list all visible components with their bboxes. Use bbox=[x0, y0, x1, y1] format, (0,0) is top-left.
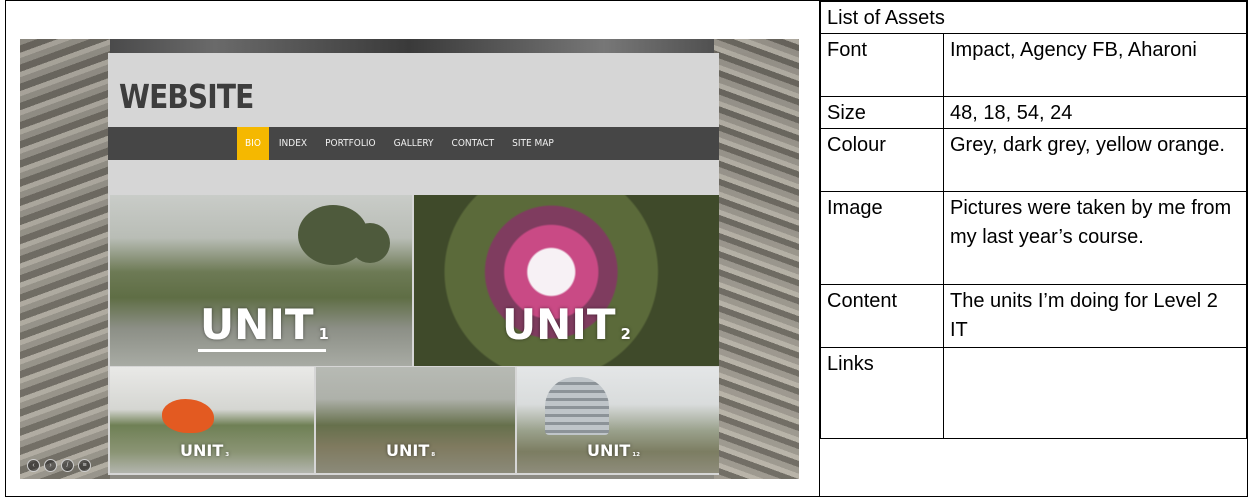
row-key: Links bbox=[820, 347, 944, 439]
table-row: Size 48, 18, 54, 24 bbox=[820, 96, 1247, 129]
unit-8-label: UNIT 8 bbox=[386, 441, 436, 460]
unit-1-label: UNIT 1 bbox=[200, 300, 329, 349]
row-value: The units I’m doing for Level 2 IT bbox=[943, 284, 1247, 348]
menu-item-index[interactable]: INDEX bbox=[279, 127, 307, 160]
orange-tent-shape bbox=[162, 399, 214, 433]
background-right bbox=[714, 39, 799, 479]
row-key: Size bbox=[820, 96, 944, 129]
site-title: WEBSITE bbox=[119, 77, 254, 116]
row-value: Impact, Agency FB, Aharoni bbox=[943, 33, 1247, 97]
row-value: Pictures were taken by me from my last y… bbox=[943, 191, 1247, 285]
background-top bbox=[20, 39, 799, 53]
menu-item-bio[interactable]: BIO bbox=[237, 127, 269, 160]
unit-8-tile[interactable]: UNIT 8 bbox=[316, 367, 515, 473]
row-key: Content bbox=[820, 284, 944, 348]
website-screenshot: WEBSITE BIO INDEX PORTFOLIO GALLERY CONT… bbox=[20, 39, 799, 479]
unit-2-label: UNIT 2 bbox=[502, 300, 631, 349]
document-table: WEBSITE BIO INDEX PORTFOLIO GALLERY CONT… bbox=[5, 0, 1248, 497]
site-menu: BIO INDEX PORTFOLIO GALLERY CONTACT SITE… bbox=[108, 127, 719, 160]
row-key: Font bbox=[820, 33, 944, 97]
unit-12-label: UNIT 12 bbox=[587, 441, 640, 460]
screenshot-cell: WEBSITE BIO INDEX PORTFOLIO GALLERY CONT… bbox=[6, 1, 820, 496]
unit-1-tile[interactable]: UNIT 1 bbox=[110, 195, 412, 366]
slideshow-controls: ‹ › / ≡ bbox=[27, 459, 91, 472]
menu-item-gallery[interactable]: GALLERY bbox=[394, 127, 434, 160]
unit-3-tile[interactable]: UNIT 3 bbox=[110, 367, 314, 473]
row-value: 48, 18, 54, 24 bbox=[943, 96, 1247, 129]
row-key: Colour bbox=[820, 128, 944, 192]
row-value: Grey, dark grey, yellow orange. bbox=[943, 128, 1247, 192]
unit-3-label: UNIT 3 bbox=[180, 441, 230, 460]
table-row: Content The units I’m doing for Level 2 … bbox=[820, 284, 1247, 348]
row-value bbox=[943, 347, 1247, 439]
label-underline bbox=[198, 349, 326, 352]
assets-table: List of Assets Font Impact, Agency FB, A… bbox=[820, 1, 1247, 439]
assets-header: List of Assets bbox=[820, 1, 1247, 34]
table-row: Colour Grey, dark grey, yellow orange. bbox=[820, 128, 1247, 192]
menu-item-contact[interactable]: CONTACT bbox=[452, 127, 495, 160]
next-icon[interactable]: › bbox=[44, 459, 57, 472]
building-shape bbox=[545, 377, 609, 435]
table-row: Image Pictures were taken by me from my … bbox=[820, 191, 1247, 285]
menu-item-portfolio[interactable]: PORTFOLIO bbox=[325, 127, 376, 160]
pen-icon[interactable]: / bbox=[61, 459, 74, 472]
tree-shape bbox=[350, 223, 390, 263]
menu-icon[interactable]: ≡ bbox=[78, 459, 91, 472]
website-mockup: WEBSITE BIO INDEX PORTFOLIO GALLERY CONT… bbox=[108, 53, 719, 475]
unit-12-tile[interactable]: UNIT 12 bbox=[517, 367, 719, 473]
row-key: Image bbox=[820, 191, 944, 285]
background-left bbox=[20, 39, 110, 479]
unit-2-tile[interactable]: UNIT 2 bbox=[414, 195, 719, 366]
menu-item-site-map[interactable]: SITE MAP bbox=[512, 127, 554, 160]
table-row: Font Impact, Agency FB, Aharoni bbox=[820, 33, 1247, 97]
table-row: Links bbox=[820, 347, 1247, 439]
previous-icon[interactable]: ‹ bbox=[27, 459, 40, 472]
